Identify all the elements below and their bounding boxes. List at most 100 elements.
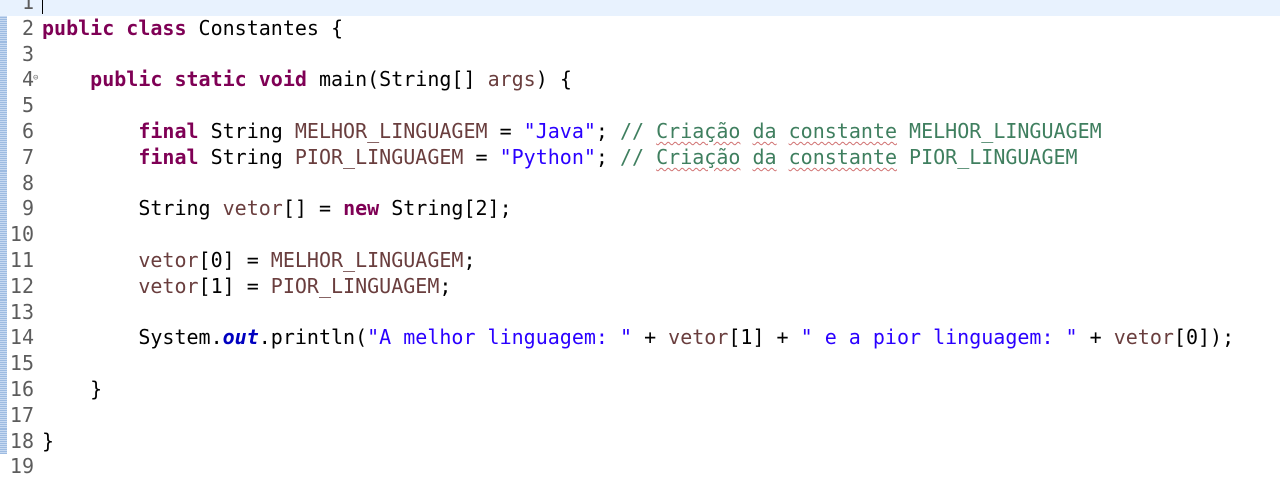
code-line[interactable]: 16 } [0,376,1280,403]
change-ruler [0,273,7,300]
line-number: 3 [21,41,34,66]
code-token: [1] + [728,325,801,350]
code-line[interactable]: 18} [0,428,1280,455]
line-number: 9 [21,196,34,221]
code-text: vetor[0] = MELHOR_LINGUAGEM; [42,247,475,274]
code-token: System. [42,325,223,350]
code-token: "Java" [523,118,596,143]
change-ruler [0,454,7,480]
code-token: .println( [258,325,368,350]
line-number: 18 [9,428,34,453]
code-line[interactable]: 17 [0,402,1280,429]
code-line[interactable]: 11 vetor[0] = MELHOR_LINGUAGEM; [0,247,1280,274]
line-gutter: 9 [0,196,40,223]
code-line[interactable]: 8 [0,170,1280,197]
line-gutter: 2 [0,15,40,42]
code-token: ; [595,144,620,169]
code-token: void [258,67,307,92]
line-number: 10 [9,222,34,247]
change-ruler [0,67,7,94]
line-gutter: 14 [0,325,40,352]
line-number: 16 [9,376,34,401]
code-token: = [487,118,524,143]
code-token: "Python" [499,144,596,169]
code-token: PIOR_LINGUAGEM [294,144,464,169]
code-token: static [174,67,247,92]
code-line[interactable]: 7 final String PIOR_LINGUAGEM = "Python"… [0,144,1280,171]
line-gutter: 7 [0,144,40,171]
code-line[interactable]: 10 [0,222,1280,248]
code-token: } [42,376,103,401]
change-ruler [0,222,7,248]
code-line[interactable]: 9 String vetor[] = new String[2]; [0,196,1280,223]
code-token: da [752,118,777,143]
code-token: [1] = [198,273,271,298]
code-line[interactable]: 6 final String MELHOR_LINGUAGEM = "Java"… [0,118,1280,145]
code-line[interactable]: 3 [0,41,1280,68]
code-token: new [343,196,380,221]
code-token: vetor [138,247,199,272]
code-token: Criação [656,144,741,169]
code-token: + [1077,325,1114,350]
change-ruler [0,247,7,274]
line-number: 6 [21,118,34,143]
code-text: vetor[1] = PIOR_LINGUAGEM; [42,274,451,300]
line-number: 11 [9,247,34,272]
collapse-minus-icon[interactable]: ⊖ [33,67,38,89]
change-ruler [0,0,7,16]
code-token: MELHOR_LINGUAGEM [896,118,1102,143]
change-ruler [0,351,7,377]
code-token: Constantes { [186,15,344,40]
code-token: String [198,118,295,143]
code-text: String vetor[] = new String[2]; [42,196,512,222]
line-gutter: 16 [0,376,40,403]
code-token: main(String[] [306,67,488,92]
code-token: } [42,428,55,453]
code-token: public [90,67,163,92]
code-token: constante [788,118,897,143]
line-number: 19 [9,454,34,479]
code-text: public static void main(String[] args) { [42,67,572,93]
line-gutter: 11 [0,247,40,274]
line-gutter: 6 [0,118,40,145]
code-line[interactable]: 1 [0,0,1280,16]
code-line[interactable]: 13 [0,299,1280,326]
code-line[interactable]: 15 [0,351,1280,377]
line-gutter: 4 ⊖ [0,67,40,94]
line-gutter: 15 [0,351,40,377]
code-line[interactable]: 5 [0,93,1280,119]
code-token: public [42,15,115,40]
line-gutter: 10 [0,222,40,248]
line-number: 13 [9,299,34,324]
change-ruler [0,428,7,455]
code-token: PIOR_LINGUAGEM [270,273,440,298]
code-text: final String MELHOR_LINGUAGEM = "Java"; … [42,118,1102,145]
change-ruler [0,196,7,223]
line-gutter: 12 [0,273,40,300]
code-token: ; [439,273,452,298]
change-ruler [0,93,7,119]
code-line[interactable]: 19 [0,454,1280,480]
code-line[interactable]: 12 vetor[1] = PIOR_LINGUAGEM; [0,273,1280,300]
change-ruler [0,118,7,145]
line-gutter: 13 [0,299,40,326]
code-token: String [42,196,223,221]
code-token: [0] = [198,247,271,272]
code-line[interactable]: 4 ⊖ public static void main(String[] args… [0,67,1280,94]
change-ruler [0,144,7,171]
code-token: ; [595,118,620,143]
code-token: final [138,144,199,169]
code-token: String[2]; [379,196,512,221]
code-line[interactable]: 2 public class Constantes { [0,15,1280,42]
code-editor[interactable]: 1 2 public class Constantes {3 4 ⊖ public st… [0,0,1280,484]
code-line[interactable]: 14 System.out.println("A melhor linguage… [0,325,1280,352]
code-token: out [222,325,259,350]
change-ruler [0,170,7,197]
